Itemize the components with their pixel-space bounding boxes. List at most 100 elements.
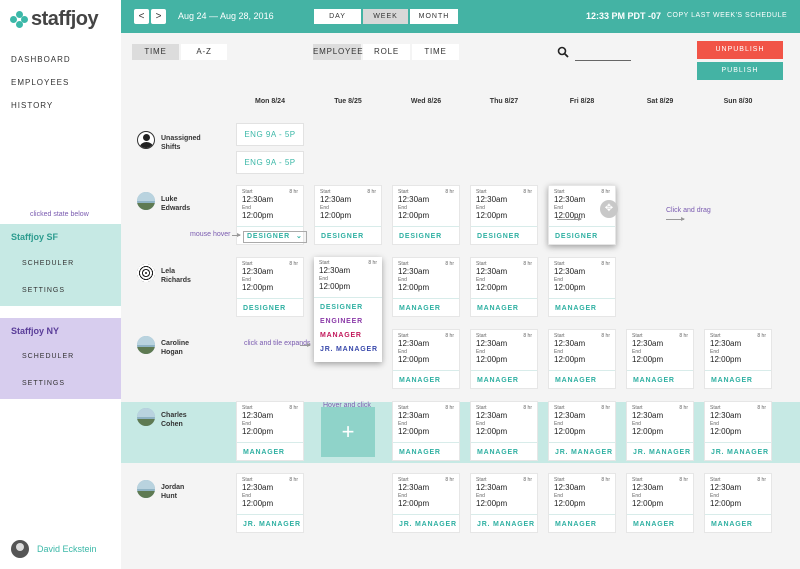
shift-role[interactable]: JR. MANAGER [627,442,693,461]
shift-role[interactable]: MANAGER [705,514,771,533]
shift-tile[interactable]: Start 8 hr 12:30am End 12:00pm MANAGER [470,329,538,389]
shift-role[interactable]: MANAGER [471,370,537,389]
shift-tile[interactable]: Start 8 hr 12:30am End 12:00pm JR. MANAGER [626,401,694,461]
shift-tile[interactable]: Start 8 hr 12:30am End 12:00pm MANAGER [470,401,538,461]
shift-tile[interactable]: Start 8 hr 12:30am End 12:00pm JR. MANAGER [236,473,304,533]
shift-start-time[interactable]: 12:30am [554,411,585,420]
search-icon[interactable] [557,46,569,58]
shift-start-time[interactable]: 12:30am [319,266,350,275]
role-option-designer[interactable]: DESIGNER [320,304,363,311]
shift-role[interactable]: MANAGER [549,370,615,389]
shift-tile[interactable]: Start 8 hr 12:30am End 12:00pm DESIGNER ⌄ [236,185,307,245]
shift-tile[interactable]: Start 8 hr 12:30am End 12:00pm JR. MANAGER [704,401,772,461]
view-day-button[interactable]: DAY [314,9,361,24]
shift-start-time[interactable]: 12:30am [476,411,507,420]
shift-tile[interactable]: Start 8 hr 12:30am End 12:00pm JR. MANAGER [548,401,616,461]
shift-tile[interactable]: Start 8 hr 12:30am End 12:00pm DESIGNER [392,185,460,245]
role-option-engineer[interactable]: ENGINEER [320,318,363,325]
nav-employees[interactable]: EMPLOYEES [11,78,71,101]
shift-tile[interactable]: Start 8 hr 12:30am End 12:00pm MANAGER [392,401,460,461]
publish-button[interactable]: PUBLISH [697,62,783,80]
shift-start-time[interactable]: 12:30am [242,195,273,204]
employee-jordan-hunt[interactable]: Jordan Hunt [137,480,184,501]
shift-end-time[interactable]: 12:00pm [710,499,741,508]
shift-role[interactable]: DESIGNER [315,226,381,245]
shift-end-time[interactable]: 12:00pm [242,499,273,508]
shift-end-time[interactable]: 12:00pm [398,499,429,508]
open-shift-tile[interactable]: ENG 9A - 5P [236,123,304,146]
shift-role[interactable]: MANAGER [549,514,615,533]
org-ny-settings-link[interactable]: SETTINGS [22,380,65,387]
shift-tile[interactable]: Start 8 hr 12:30am End 12:00pm MANAGER [548,329,616,389]
search-input[interactable] [575,46,631,61]
shift-tile[interactable]: Start 8 hr 12:30am End 12:00pm JR. MANAGER [470,473,538,533]
shift-end-time[interactable]: 12:00pm [554,499,585,508]
shift-tile[interactable]: Start 8 hr 12:30am End 12:00pm MANAGER [392,329,460,389]
shift-role[interactable]: JR. MANAGER [471,514,537,533]
group-time-button[interactable]: TIME [412,44,459,60]
shift-end-time[interactable]: 12:00pm [476,283,507,292]
shift-end-time[interactable]: 12:00pm [632,499,663,508]
org-staffjoy-sf[interactable]: Staffjoy SF SCHEDULER SETTINGS [0,224,121,306]
drag-handle-icon[interactable]: ✥ [600,200,618,218]
shift-start-time[interactable]: 12:30am [320,195,351,204]
role-dropdown[interactable]: DESIGNER ⌄ [243,231,307,243]
shift-role[interactable]: MANAGER [705,370,771,389]
shift-start-time[interactable]: 12:30am [710,483,741,492]
org-ny-scheduler-link[interactable]: SCHEDULER [22,353,74,360]
shift-end-time[interactable]: 12:00pm [398,283,429,292]
employee-charles-cohen[interactable]: Charles Cohen [137,408,187,429]
shift-role[interactable]: DESIGNER ⌄ [237,226,307,245]
shift-role[interactable]: JR. MANAGER [237,514,303,533]
shift-end-time[interactable]: 12:00pm [476,499,507,508]
shift-start-time[interactable]: 12:30am [476,195,507,204]
sort-az-button[interactable]: A-Z [181,44,227,60]
shift-tile[interactable]: Start 8 hr 12:30am End 12:00pm MANAGER [470,257,538,317]
prev-week-button[interactable]: < [134,9,149,24]
employee-caroline-hogan[interactable]: Caroline Hogan [137,336,189,357]
view-week-button[interactable]: WEEK [363,9,408,24]
shift-role[interactable]: MANAGER [627,514,693,533]
shift-end-time[interactable]: 12:00pm [632,355,663,364]
shift-role[interactable]: JR. MANAGER [705,442,771,461]
shift-role[interactable]: DESIGNER [549,226,615,245]
shift-role[interactable]: MANAGER [393,370,459,389]
employee-lela-richards[interactable]: Lela Richards [137,264,191,285]
add-shift-button[interactable]: + [321,407,375,457]
shift-role[interactable]: MANAGER [393,298,459,317]
role-option-jr-manager[interactable]: JR. MANAGER [320,346,378,353]
shift-end-time[interactable]: 12:00pm [398,355,429,364]
shift-start-time[interactable]: 12:30am [398,483,429,492]
shift-end-time[interactable]: 12:00pm [632,427,663,436]
nav-dashboard[interactable]: DASHBOARD [11,55,71,78]
shift-end-time[interactable]: 12:00pm [710,355,741,364]
shift-tile[interactable]: Start 8 hr 12:30am End 12:00pm MANAGER [704,473,772,533]
role-option-manager[interactable]: MANAGER [320,332,362,339]
shift-role[interactable]: MANAGER [549,298,615,317]
shift-end-time[interactable]: 12:00pm [242,427,273,436]
current-user[interactable]: David Eckstein [11,540,97,558]
group-employee-button[interactable]: EMPLOYEE [313,44,363,60]
nav-history[interactable]: HISTORY [11,101,71,124]
shift-role[interactable]: JR. MANAGER [549,442,615,461]
shift-start-time[interactable]: 12:30am [554,339,585,348]
shift-start-time[interactable]: 12:30am [632,339,663,348]
shift-tile[interactable]: Start 8 hr 12:30am End 12:00pm MANAGER [548,257,616,317]
shift-tile[interactable]: Start 8 hr 12:30am End 12:00pm MANAGER [236,401,304,461]
shift-end-time[interactable]: 12:00pm [476,211,507,220]
shift-tile[interactable]: Start 8 hr 12:30am End 12:00pm MANAGER [704,329,772,389]
shift-role[interactable]: DESIGNER [471,226,537,245]
shift-tile[interactable]: Start 8 hr 12:30am End 12:00pm DESIGNER ✥ [548,185,618,245]
shift-end-time[interactable]: 12:00pm [476,427,507,436]
shift-start-time[interactable]: 12:30am [242,483,273,492]
brand-logo[interactable]: staffjoy [10,8,99,31]
shift-start-time[interactable]: 12:30am [632,483,663,492]
org-sf-scheduler-link[interactable]: SCHEDULER [22,260,74,267]
shift-role[interactable]: MANAGER [471,298,537,317]
shift-start-time[interactable]: 12:30am [554,267,585,276]
shift-end-time[interactable]: 12:00pm [554,427,585,436]
shift-role[interactable]: JR. MANAGER [393,514,459,533]
shift-end-time[interactable]: 12:00pm [554,283,585,292]
shift-start-time[interactable]: 12:30am [554,195,585,204]
shift-end-time[interactable]: 12:00pm [398,427,429,436]
